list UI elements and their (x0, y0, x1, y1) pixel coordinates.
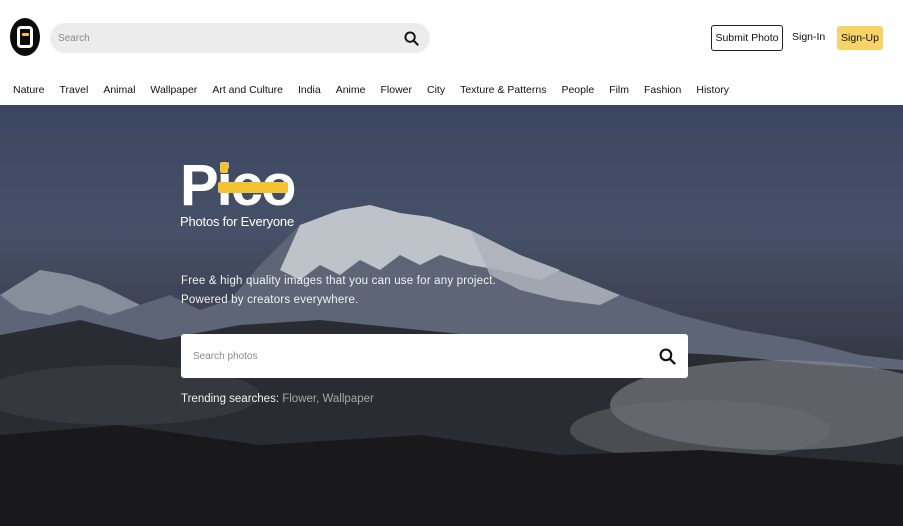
submit-photo-button[interactable]: Submit Photo (711, 25, 783, 51)
nav-item-nature[interactable]: Nature (13, 84, 45, 96)
search-icon[interactable] (658, 347, 676, 365)
nav-item-city[interactable]: City (427, 84, 445, 96)
category-nav: Nature Travel Animal Wallpaper Art and C… (0, 75, 903, 105)
hero-desc-line-1: Free & high quality images that you can … (181, 275, 496, 287)
sign-in-link[interactable]: Sign-In (792, 31, 825, 43)
nav-item-texture-patterns[interactable]: Texture & Patterns (460, 84, 546, 96)
nav-item-animal[interactable]: Animal (103, 84, 135, 96)
top-search-input[interactable] (58, 32, 402, 44)
nav-item-film[interactable]: Film (609, 84, 629, 96)
wordmark-accent-bar (218, 182, 288, 193)
top-header: Submit Photo Sign-In Sign-Up (0, 0, 903, 75)
sign-up-button[interactable]: Sign-Up (837, 26, 883, 50)
nav-item-history[interactable]: History (696, 84, 729, 96)
trending-searches: Trending searches: Flower, Wallpaper (181, 393, 374, 405)
pico-wordmark: Pico (180, 153, 296, 218)
trending-label: Trending searches: (181, 393, 283, 405)
top-search-bar (50, 23, 430, 53)
hero-description: Free & high quality images that you can … (181, 272, 496, 310)
pico-logo-icon[interactable] (10, 18, 40, 56)
nav-item-travel[interactable]: Travel (60, 84, 89, 96)
hero-search-bar (181, 334, 688, 378)
nav-item-india[interactable]: India (298, 84, 321, 96)
search-icon[interactable] (402, 29, 420, 47)
nav-item-fashion[interactable]: Fashion (644, 84, 681, 96)
nav-item-anime[interactable]: Anime (336, 84, 366, 96)
mountain-background-image (0, 205, 903, 526)
wordmark-accent-dot (220, 162, 228, 173)
nav-item-flower[interactable]: Flower (380, 84, 412, 96)
nav-item-wallpaper[interactable]: Wallpaper (150, 84, 197, 96)
trending-link-wallpaper[interactable]: Wallpaper (322, 393, 373, 405)
trending-link-flower[interactable]: Flower (282, 393, 316, 405)
hero-section: Pico Photos for Everyone Free & high qua… (0, 105, 903, 526)
hero-search-input[interactable] (193, 350, 658, 362)
hero-desc-line-2: Powered by creators everywhere. (181, 294, 359, 306)
pico-brand: Pico Photos for Everyone (180, 153, 296, 230)
nav-item-people[interactable]: People (561, 84, 594, 96)
nav-item-art-and-culture[interactable]: Art and Culture (212, 84, 283, 96)
